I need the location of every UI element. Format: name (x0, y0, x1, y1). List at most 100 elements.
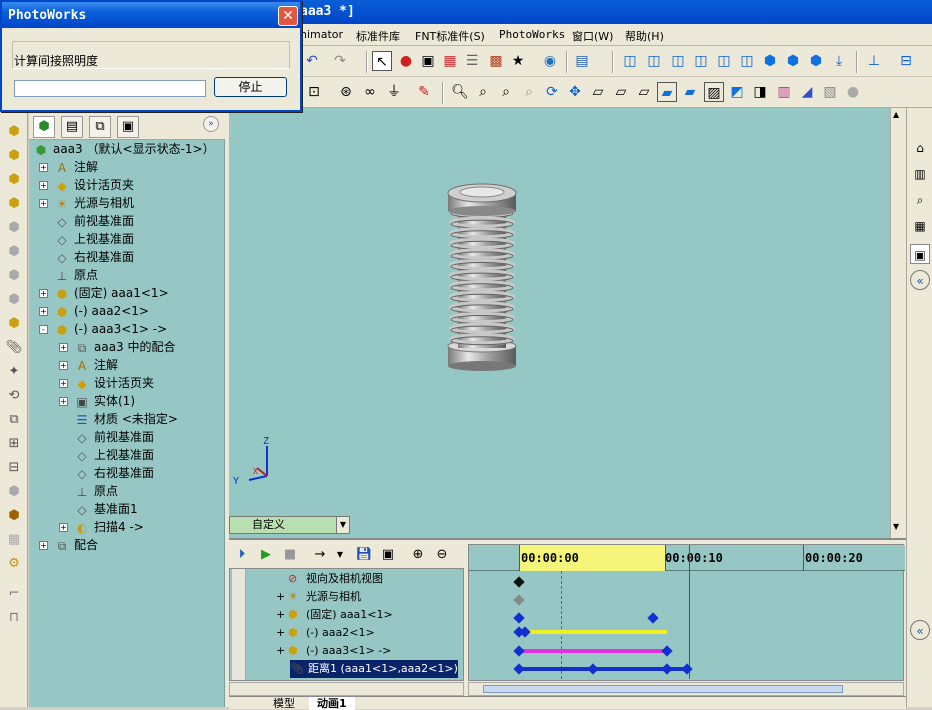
grid-icon[interactable]: ▦ (440, 51, 460, 71)
dimension-icon[interactable]: ⊟ (896, 51, 916, 71)
gear-icon[interactable]: ⚙ (4, 554, 24, 574)
disabled-tool-icon[interactable]: ⬢ (4, 218, 24, 238)
pan-icon[interactable]: ✥ (565, 82, 585, 102)
change-transparency-icon[interactable]: ⬢ (4, 170, 24, 190)
animation-wizard-icon[interactable]: ▣ (379, 546, 397, 564)
save-animation-icon[interactable]: 💾︎ (355, 546, 373, 564)
tree-item[interactable]: ◇ 右视基准面 (59, 464, 154, 482)
view-top-icon[interactable]: ◫ (714, 51, 734, 71)
interference-icon[interactable]: ⬢ (4, 506, 24, 526)
redo-icon[interactable]: ↷ (330, 51, 350, 71)
texture-icon[interactable]: ▧ (820, 82, 840, 102)
realview-icon[interactable]: ▥ (774, 82, 794, 102)
hidden-lines-removed-icon[interactable]: ▱ (634, 82, 654, 102)
timeline-scrollbar[interactable] (468, 682, 904, 696)
traffic-light-icon[interactable]: ● (396, 51, 416, 71)
wireframe-icon[interactable]: ▱ (588, 82, 608, 102)
zoom-in-icon[interactable]: ⊕ (409, 546, 427, 564)
feature-tree-tab-icon[interactable]: ⬢ (33, 116, 55, 138)
menu-fnt-standard[interactable]: FNT标准件(S) (415, 28, 485, 44)
undo-icon[interactable]: ↶ (302, 51, 322, 71)
expander-icon[interactable]: + (59, 397, 68, 406)
hide-show-icon[interactable]: ⬢ (4, 146, 24, 166)
tree-item[interactable]: + A 注解 (39, 158, 98, 176)
insert-component-icon[interactable]: ⬢ (4, 122, 24, 142)
mate-icon[interactable]: ⬢ (4, 314, 24, 334)
menu-animator[interactable]: nimator (300, 28, 343, 41)
expander-icon[interactable]: + (276, 588, 288, 606)
key-point[interactable] (513, 576, 525, 588)
expander-icon[interactable]: + (59, 523, 68, 532)
tree-item[interactable]: + ⬢ (固定) aaa1<1> (39, 284, 169, 302)
tab-animation1[interactable]: 动画1 (309, 697, 355, 710)
shaded-icon[interactable]: ▰ (680, 82, 700, 102)
expander-icon[interactable]: + (39, 541, 48, 550)
motion-tree-item[interactable]: + ⬢ (-) aaa2<1> (276, 624, 375, 642)
menu-help[interactable]: 帮助(H) (625, 28, 664, 44)
photoworks-tab-icon[interactable]: ▣ (117, 116, 139, 138)
menu-window[interactable]: 窗口(W) (572, 28, 613, 44)
collapse-pane-icon[interactable]: « (910, 620, 930, 640)
rotate-component-icon[interactable]: ⟲ (4, 386, 24, 406)
expander-icon[interactable]: + (59, 361, 68, 370)
chain-icon[interactable]: ∞ (360, 82, 380, 102)
view-right-icon[interactable]: ◫ (691, 51, 711, 71)
motion-tree-item[interactable]: ⊘ 视向及相机视图 (276, 570, 383, 588)
spring-model[interactable]: Z Y X (229, 108, 890, 538)
tree-item[interactable]: + ⧉ 配合 (39, 536, 98, 554)
property-manager-tab-icon[interactable]: ▤ (61, 116, 83, 138)
horizontal-scrollbar[interactable] (229, 682, 464, 696)
tree-item[interactable]: + ◆ 设计活页夹 (59, 374, 154, 392)
paperclip-icon[interactable]: 📎︎ (4, 338, 24, 358)
playback-mode-icon[interactable]: → (311, 546, 329, 564)
tree-item[interactable]: + ▣ 实体(1) (59, 392, 135, 410)
expand-panel-icon[interactable]: » (203, 116, 219, 132)
section-view-icon[interactable]: ◩ (727, 82, 747, 102)
vertical-scrollbar[interactable]: ▲ ▼ (890, 108, 906, 538)
time-bar[interactable] (689, 545, 690, 679)
menu-standard-library[interactable]: 标准件库 (356, 28, 400, 44)
motion-tree-item[interactable]: + ⬢ (固定) aaa1<1> (276, 606, 393, 624)
key-point[interactable] (513, 663, 525, 675)
key-point[interactable] (513, 594, 525, 606)
exploded-line-icon[interactable]: ⊟ (4, 458, 24, 478)
tab-model[interactable]: 模型 (265, 697, 303, 710)
monitor-icon[interactable]: ▣ (418, 51, 438, 71)
hidden-lines-visible-icon[interactable]: ▱ (611, 82, 631, 102)
view-iso-icon[interactable]: ⬢ (760, 51, 780, 71)
stop-icon[interactable]: ■ (281, 546, 299, 564)
key-point[interactable] (647, 612, 659, 624)
sketch-step-icon[interactable]: ⊓ (4, 608, 24, 628)
tree-item[interactable]: ◇ 基准面1 (59, 500, 137, 518)
tree-item[interactable]: ◇ 上视基准面 (39, 230, 134, 248)
tree-item[interactable]: + ⧉ aaa3 中的配合 (59, 338, 176, 356)
pen-icon[interactable]: ✎ (414, 82, 434, 102)
sketch-tool-icon[interactable]: ⊥ (864, 51, 884, 71)
collapse-pane-icon[interactable]: « (910, 270, 930, 290)
shadows-icon[interactable]: ▨ (704, 82, 724, 102)
expander-icon[interactable]: + (39, 163, 48, 172)
search-icon[interactable]: ▦ (910, 216, 930, 236)
tree-item[interactable]: ◇ 右视基准面 (39, 248, 134, 266)
configuration-manager-tab-icon[interactable]: ⧉ (89, 116, 111, 138)
timeline-bar-aaa2[interactable] (519, 630, 667, 634)
key-point[interactable] (587, 663, 599, 675)
select-icon[interactable]: ↖ (372, 51, 392, 71)
key-point[interactable] (513, 645, 525, 657)
tree-item[interactable]: ◇ 前视基准面 (39, 212, 134, 230)
list-icon[interactable]: ☰ (462, 51, 482, 71)
move-component-icon[interactable]: ✦ (4, 362, 24, 382)
expander-icon[interactable]: + (276, 606, 288, 624)
expander-icon[interactable]: + (39, 289, 48, 298)
rotate-component-icon[interactable]: ⊛ (336, 82, 356, 102)
appearance-icon[interactable]: ◢ (797, 82, 817, 102)
scroll-up-icon[interactable]: ▲ (893, 110, 899, 119)
disabled-tool-icon[interactable]: ⬢ (4, 482, 24, 502)
timeline[interactable]: 00:00:00 00:00:10 00:00:20 (468, 544, 905, 681)
window-layout-icon[interactable]: ▤ (572, 51, 592, 71)
key-point[interactable] (513, 612, 525, 624)
tree-root[interactable]: ⬢ aaa3 （默认<显示状态-1>） (33, 140, 215, 158)
sphere-icon[interactable]: ● (843, 82, 863, 102)
play-icon[interactable]: ▶ (257, 546, 275, 564)
frame-icon[interactable]: ⊡ (304, 82, 324, 102)
